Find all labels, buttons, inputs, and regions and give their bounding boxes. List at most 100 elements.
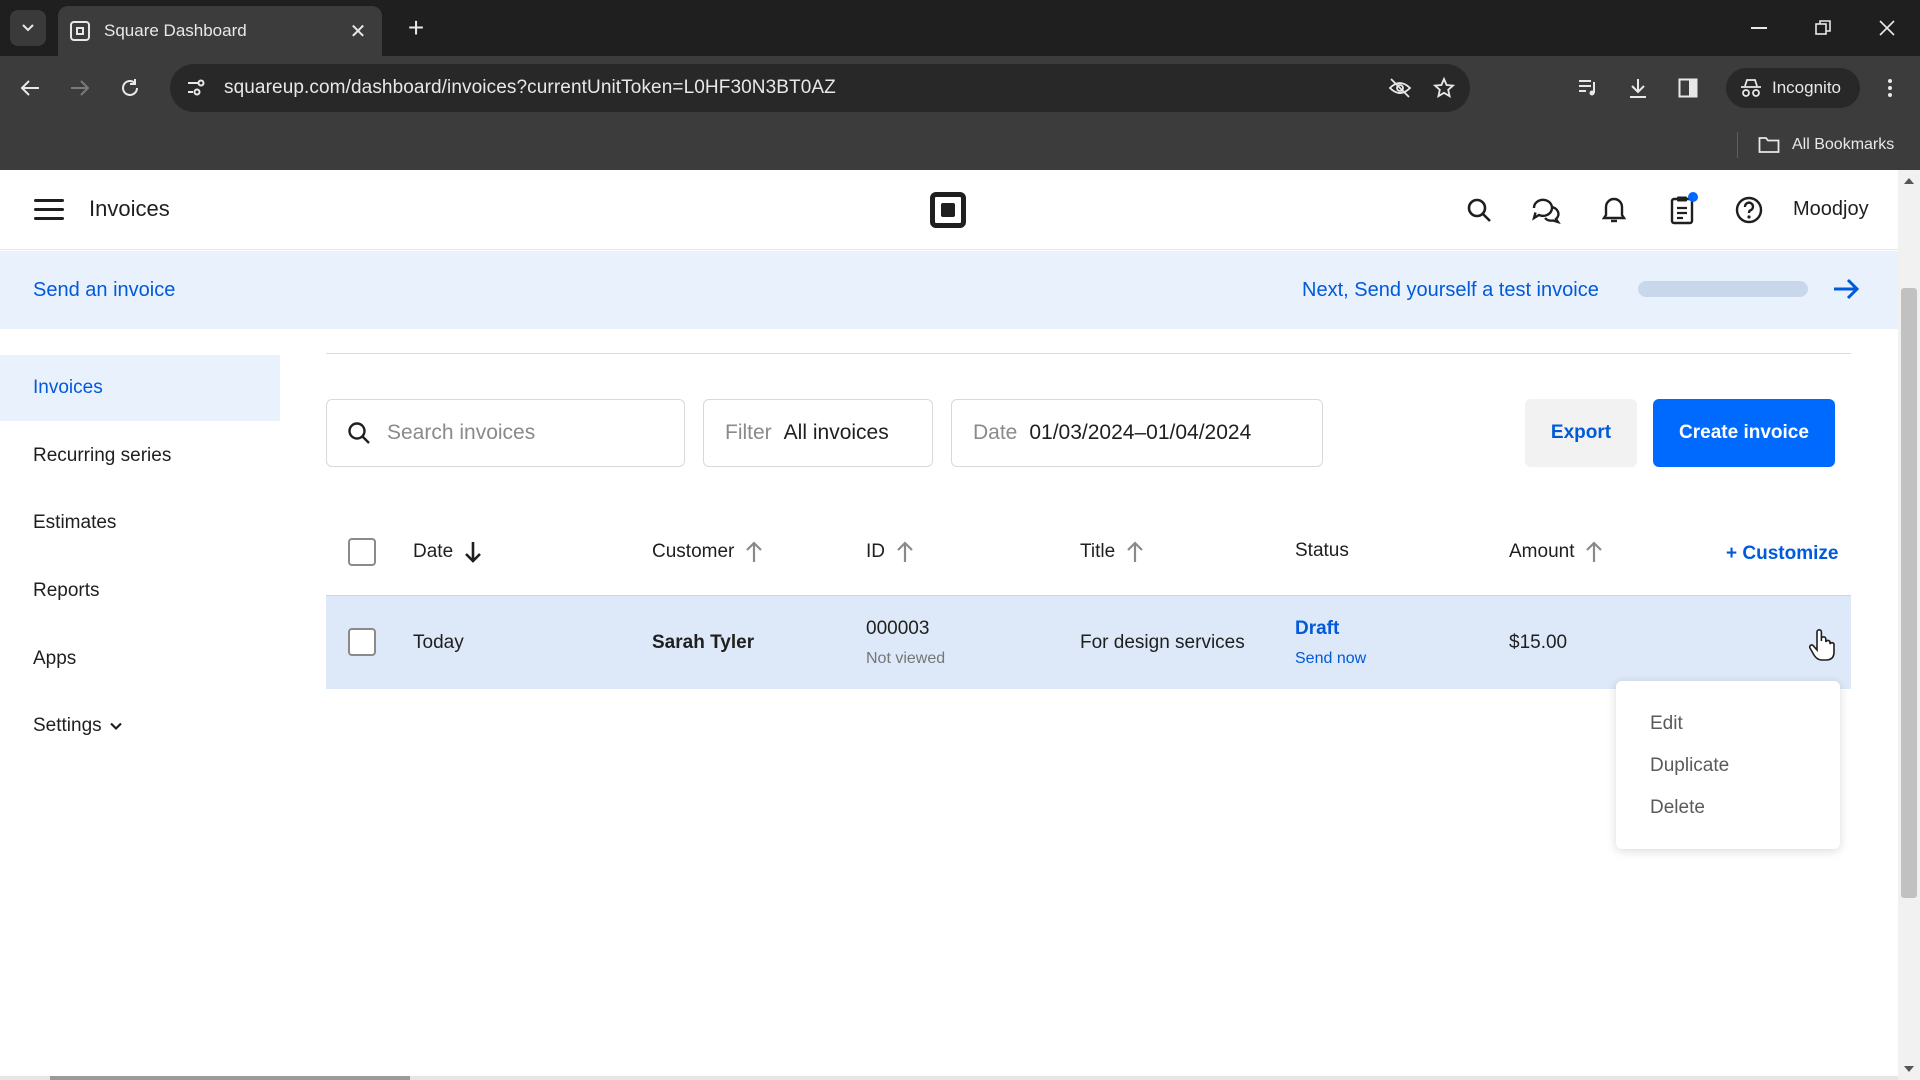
help-icon: [1735, 196, 1763, 224]
column-header-date[interactable]: Date: [413, 540, 483, 564]
side-panel-button[interactable]: [1670, 70, 1706, 106]
filter-dropdown[interactable]: Filter All invoices: [703, 399, 933, 467]
menu-button[interactable]: [34, 196, 66, 224]
column-header-id[interactable]: ID: [866, 540, 915, 564]
scroll-up-icon[interactable]: [1904, 178, 1914, 184]
arrow-right-icon[interactable]: [1830, 273, 1862, 305]
sidebar-item-estimates[interactable]: Estimates: [0, 490, 280, 556]
sidebar-item-label: Estimates: [33, 512, 117, 533]
media-button[interactable]: [1570, 70, 1606, 106]
folder-icon: [1758, 137, 1780, 153]
hamburger-line: [34, 208, 64, 211]
sidebar-item-label: Invoices: [33, 377, 103, 398]
menu-item-delete[interactable]: Delete: [1650, 797, 1705, 819]
column-header-label: Date: [413, 541, 454, 562]
account-name[interactable]: Moodjoy: [1793, 198, 1869, 221]
star-icon: [1433, 77, 1455, 99]
column-header-label: Title: [1080, 541, 1116, 562]
export-button[interactable]: Export: [1525, 399, 1637, 467]
search-button[interactable]: [1459, 190, 1499, 230]
select-all-checkbox[interactable]: [348, 538, 376, 566]
forward-button[interactable]: [62, 70, 98, 106]
arrow-right-icon: [71, 80, 90, 96]
row-title: For design services: [1080, 632, 1245, 653]
browser-toolbar: squareup.com/dashboard/invoices?currentU…: [0, 56, 1920, 120]
row-amount: $15.00: [1509, 632, 1568, 653]
all-bookmarks-label: All Bookmarks: [1792, 136, 1895, 153]
filter-value: All invoices: [783, 421, 889, 444]
side-panel-icon: [1678, 78, 1698, 98]
search-invoices-field[interactable]: [326, 399, 685, 467]
tab-close-icon[interactable]: ✕: [346, 19, 370, 44]
arrow-up-icon: [1127, 541, 1143, 562]
sidebar-item-label: Recurring series: [33, 445, 172, 466]
customize-columns-link[interactable]: + Customize: [1726, 543, 1838, 565]
row-checkbox[interactable]: [348, 628, 376, 656]
browser-menu-button[interactable]: [1872, 70, 1908, 106]
notifications-button[interactable]: [1594, 190, 1634, 230]
column-header-title[interactable]: Title: [1080, 540, 1145, 564]
hamburger-line: [34, 217, 64, 220]
site-settings-icon[interactable]: [186, 79, 206, 97]
search-icon: [348, 422, 370, 444]
restore-button[interactable]: [1798, 10, 1848, 46]
incognito-indicator[interactable]: Incognito: [1726, 68, 1860, 108]
arrow-up-icon: [897, 541, 913, 562]
new-tab-button[interactable]: +: [398, 10, 434, 46]
bookmark-star-button[interactable]: [1426, 70, 1462, 106]
back-button[interactable]: [12, 70, 48, 106]
column-header-status: Status: [1295, 540, 1349, 562]
search-input[interactable]: [387, 421, 657, 445]
date-range-picker[interactable]: Date 01/03/2024–01/04/2024: [951, 399, 1323, 467]
scrollbar-thumb[interactable]: [1901, 288, 1917, 898]
row-actions-menu: Edit Duplicate Delete: [1616, 681, 1840, 849]
close-window-button[interactable]: [1862, 10, 1912, 46]
sidebar-item-settings[interactable]: Settings: [0, 693, 280, 759]
more-vertical-icon: [1888, 79, 1892, 97]
bookmarks-separator: [1737, 132, 1738, 158]
search-icon: [1467, 198, 1491, 222]
arrow-left-icon: [20, 80, 39, 96]
tracking-protection-button[interactable]: [1382, 70, 1418, 106]
page-scrollbar[interactable]: [1898, 170, 1920, 1080]
all-bookmarks-button[interactable]: All Bookmarks: [1758, 130, 1894, 160]
row-date: Today: [413, 632, 464, 653]
sidebar-item-apps[interactable]: Apps: [0, 626, 280, 692]
column-header-customer[interactable]: Customer: [652, 540, 764, 564]
minimize-button[interactable]: [1734, 10, 1784, 46]
close-icon: [1879, 20, 1895, 36]
create-invoice-button[interactable]: Create invoice: [1653, 399, 1835, 467]
horizontal-scrollbar[interactable]: [0, 1076, 1898, 1080]
help-button[interactable]: [1729, 190, 1769, 230]
scroll-down-icon[interactable]: [1904, 1066, 1914, 1072]
sidebar-item-invoices[interactable]: Invoices: [0, 355, 280, 421]
column-header-label: Status: [1295, 540, 1349, 561]
address-bar[interactable]: squareup.com/dashboard/invoices?currentU…: [170, 64, 1470, 112]
send-now-link[interactable]: Send now: [1295, 650, 1366, 668]
row-id: 000003: [866, 618, 930, 639]
reload-icon: [122, 79, 138, 96]
horizontal-scrollbar-thumb[interactable]: [50, 1076, 410, 1080]
menu-item-duplicate[interactable]: Duplicate: [1650, 755, 1729, 777]
browser-tab[interactable]: Square Dashboard ✕: [58, 6, 382, 56]
send-invoice-link[interactable]: Send an invoice: [33, 279, 175, 302]
sidebar-item-reports[interactable]: Reports: [0, 558, 280, 624]
messages-button[interactable]: [1526, 190, 1566, 230]
tasks-button[interactable]: [1662, 190, 1702, 230]
sidebar-item-recurring-series[interactable]: Recurring series: [0, 423, 280, 489]
tab-search-button[interactable]: [10, 10, 46, 46]
setup-banner: Send an invoice Next, Send yourself a te…: [0, 251, 1898, 329]
reload-button[interactable]: [112, 70, 148, 106]
square-logo-icon[interactable]: [930, 192, 966, 228]
column-header-amount[interactable]: Amount: [1509, 540, 1604, 564]
status-badge: Draft: [1295, 618, 1340, 639]
next-step-link[interactable]: Next, Send yourself a test invoice: [1302, 279, 1599, 302]
table-row[interactable]: Today Sarah Tyler 000003 Not viewed For …: [326, 595, 1851, 689]
chevron-down-icon: [109, 722, 122, 731]
minimize-icon: [1751, 27, 1767, 29]
downloads-button[interactable]: [1620, 70, 1656, 106]
sidebar-item-label: Reports: [33, 580, 100, 601]
menu-item-edit[interactable]: Edit: [1650, 713, 1683, 735]
bell-icon: [1601, 197, 1627, 223]
chevron-down-icon: [22, 24, 34, 32]
